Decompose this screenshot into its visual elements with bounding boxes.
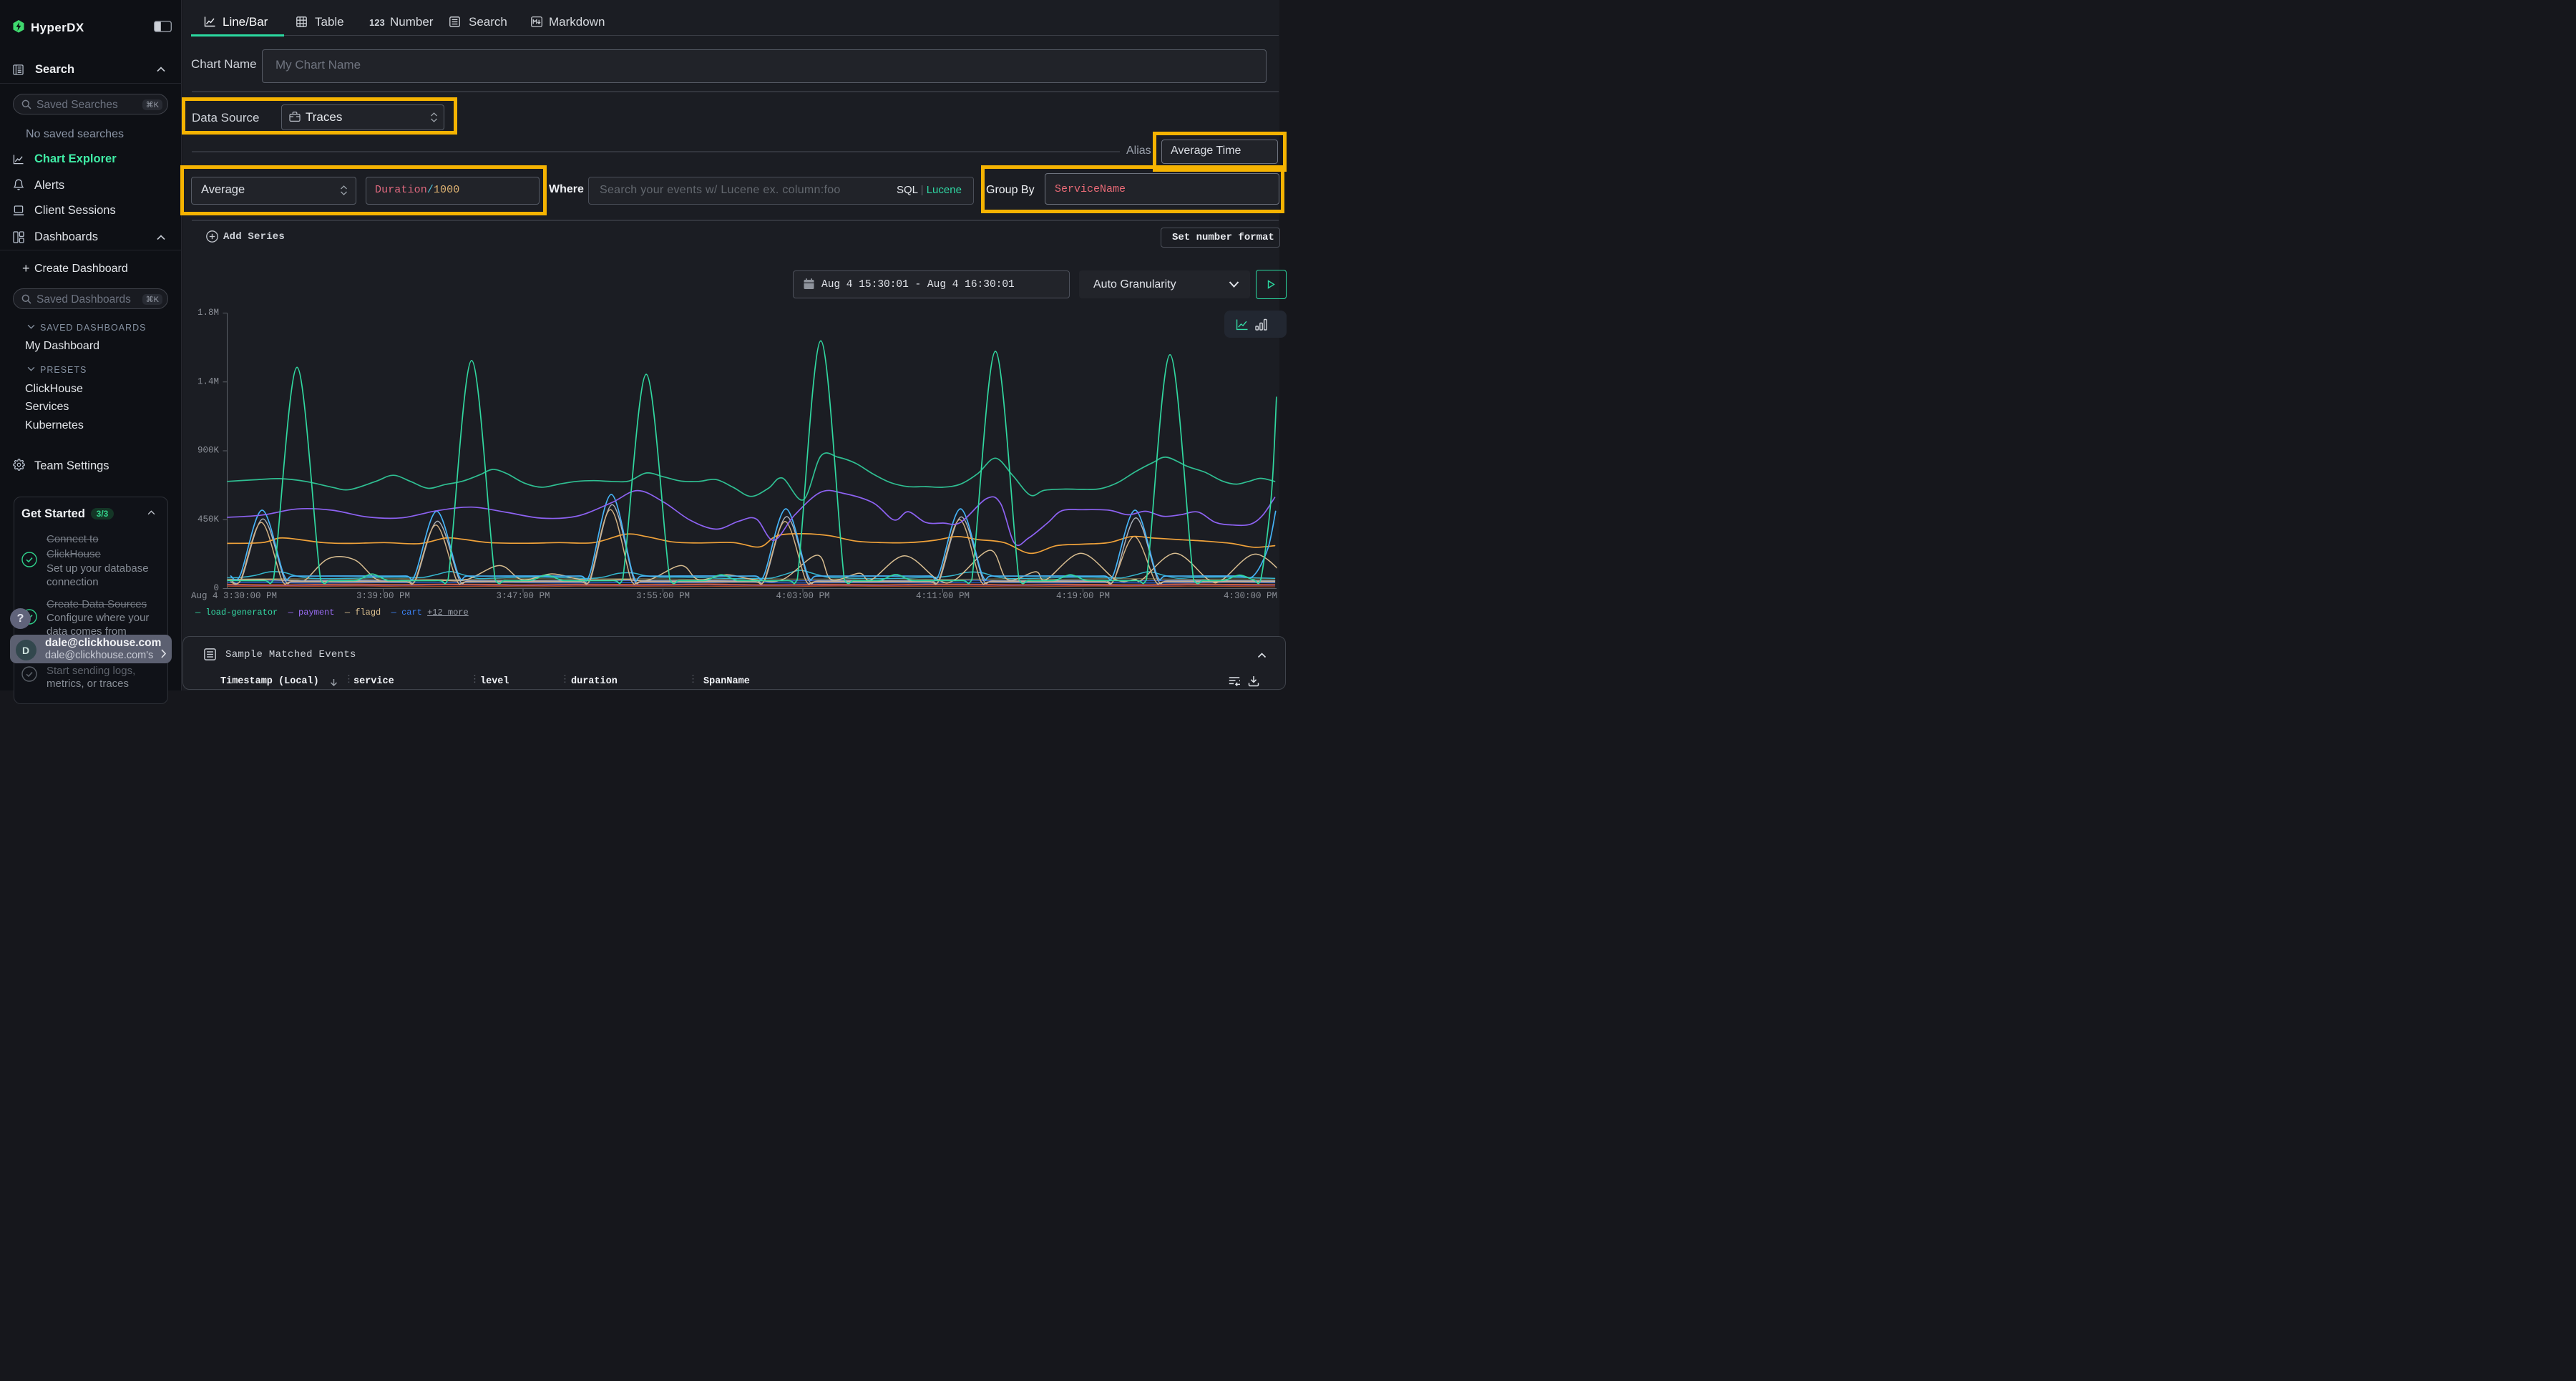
svg-text:900K: 900K bbox=[197, 446, 220, 456]
svg-text:3:39:00 PM: 3:39:00 PM bbox=[356, 591, 410, 601]
svg-text:Aug 4 3:30:00 PM: Aug 4 3:30:00 PM bbox=[191, 591, 277, 601]
svg-text:1.8M: 1.8M bbox=[197, 308, 219, 318]
svg-text:1.4M: 1.4M bbox=[197, 376, 219, 386]
svg-text:450K: 450K bbox=[197, 514, 220, 524]
svg-text:4:30:00 PM: 4:30:00 PM bbox=[1224, 591, 1277, 601]
svg-text:4:03:00 PM: 4:03:00 PM bbox=[776, 591, 829, 601]
svg-text:3:47:00 PM: 3:47:00 PM bbox=[496, 591, 550, 601]
svg-text:4:11:00 PM: 4:11:00 PM bbox=[916, 591, 970, 601]
svg-text:4:19:00 PM: 4:19:00 PM bbox=[1056, 591, 1110, 601]
svg-text:3:55:00 PM: 3:55:00 PM bbox=[636, 591, 690, 601]
